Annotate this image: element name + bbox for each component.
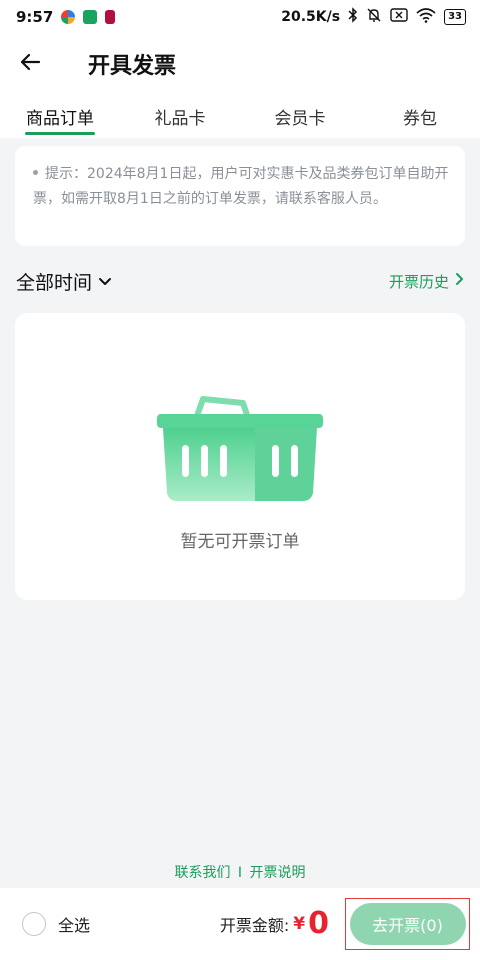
invoice-instructions-link[interactable]: 开票说明 <box>250 865 306 881</box>
select-all-radio[interactable] <box>22 912 46 936</box>
chevron-right-icon <box>455 272 464 290</box>
network-speed: 20.5K/s <box>281 9 341 25</box>
issue-invoice-button[interactable]: 去开票(0) <box>349 903 466 945</box>
contact-us-link[interactable]: 联系我们 <box>174 865 230 881</box>
app-notification-icon <box>83 10 98 24</box>
mute-bell-icon <box>366 7 382 27</box>
battery-icon: 33 <box>444 9 466 25</box>
page-title: 开具发票 <box>88 54 177 79</box>
link-separator: I <box>237 865 243 881</box>
header: 开具发票 <box>0 34 480 94</box>
tab-bar: 商品订单 礼品卡 会员卡 券包 <box>0 94 480 138</box>
footer-links: 联系我们 I 开票说明 <box>0 862 480 888</box>
tab-label: 礼品卡 <box>154 108 206 129</box>
tab-coupon-packs[interactable]: 券包 <box>360 94 480 138</box>
tab-label: 券包 <box>403 108 437 129</box>
invoice-amount-value: 0 <box>308 906 329 941</box>
app-notification-icon <box>105 10 116 24</box>
empty-state-card: 暂无可开票订单 <box>15 313 465 600</box>
currency-symbol: ¥ <box>293 914 306 934</box>
tab-label: 商品订单 <box>26 108 94 129</box>
invoice-amount-label: 开票金额: <box>219 916 290 935</box>
chevron-down-icon <box>98 270 112 292</box>
status-time: 9:57 <box>16 8 54 26</box>
select-all-label[interactable]: 全选 <box>58 912 90 936</box>
issue-button-highlight: 去开票(0) <box>345 898 470 950</box>
bluetooth-icon <box>348 7 358 27</box>
invoice-history-link[interactable]: 开票历史 <box>389 271 464 292</box>
tab-product-orders[interactable]: 商品订单 <box>0 94 120 138</box>
notice-text: 提示：2024年8月1日起，用户可对实惠卡及品类券包订单自助开票，如需开取8月1… <box>33 166 449 207</box>
sim-icon <box>390 8 408 26</box>
time-filter-dropdown[interactable]: 全部时间 <box>16 268 112 295</box>
filter-row: 全部时间 开票历史 <box>16 264 464 298</box>
wifi-icon <box>416 7 436 27</box>
app-notification-icon <box>61 10 76 24</box>
back-button[interactable] <box>0 34 60 94</box>
tab-label: 会员卡 <box>274 108 326 129</box>
time-filter-label: 全部时间 <box>16 271 93 294</box>
bottom-bar: 全选 开票金额: ¥ 0 去开票(0) <box>0 888 480 960</box>
arrow-left-icon[interactable] <box>18 50 42 78</box>
invoice-history-label: 开票历史 <box>388 272 449 291</box>
status-bar: 9:57 20.5K/s 33 <box>0 0 480 34</box>
basket-icon <box>155 387 325 511</box>
empty-state-text: 暂无可开票订单 <box>180 532 300 552</box>
bullet-dot-icon <box>33 169 38 175</box>
notice-card: 提示：2024年8月1日起，用户可对实惠卡及品类券包订单自助开票，如需开取8月1… <box>15 146 465 246</box>
battery-level: 33 <box>448 11 462 22</box>
tab-membership-cards[interactable]: 会员卡 <box>240 94 360 138</box>
tab-gift-cards[interactable]: 礼品卡 <box>120 94 240 138</box>
